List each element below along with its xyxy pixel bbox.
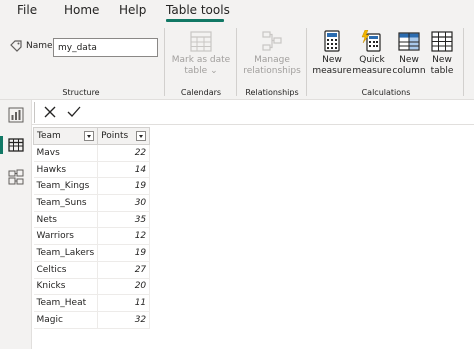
column-header-label: Team <box>37 131 61 141</box>
new-column-button[interactable]: New column <box>391 30 427 77</box>
new-table-label-2: table <box>430 66 454 76</box>
formula-bar-divider <box>34 102 35 123</box>
group-divider <box>164 28 165 96</box>
table-name-input[interactable] <box>53 38 158 57</box>
menu-home[interactable]: Home <box>64 3 99 17</box>
column-header-label: Points <box>101 131 129 141</box>
header-row: Team Points <box>32 127 151 145</box>
report-view-icon[interactable] <box>8 107 24 123</box>
mark-as-date-table-button[interactable]: Mark as date table ⌄ <box>170 30 232 77</box>
new-column-label-1: New <box>399 55 419 65</box>
points-cell[interactable]: 27 <box>97 261 151 279</box>
quick-measure-icon <box>361 30 381 52</box>
points-cell[interactable]: 20 <box>97 278 151 296</box>
quick-measure-label-2: measure <box>352 66 392 76</box>
data-grid: Team Points Mavs 22 Hawks 14 Team_Kings 19 … <box>32 127 151 329</box>
commit-check-icon[interactable] <box>67 106 81 118</box>
formula-bar <box>32 100 474 125</box>
name-label: Name <box>26 41 53 51</box>
group-label-calculations: Calculations <box>361 88 411 97</box>
menu-file[interactable]: File <box>17 3 37 17</box>
model-view-icon[interactable] <box>8 169 24 185</box>
table-row[interactable]: Hawks 14 <box>33 161 151 179</box>
points-cell[interactable]: 35 <box>97 211 151 229</box>
points-cell[interactable]: 22 <box>97 144 151 162</box>
table-row[interactable]: Mavs 22 <box>33 144 151 162</box>
team-cell[interactable]: Hawks <box>33 161 99 179</box>
new-measure-label-1: New <box>322 55 342 65</box>
manage-relationships-label-2: relationships <box>243 66 301 76</box>
active-view-indicator <box>0 136 3 154</box>
column-header-team[interactable]: Team <box>32 127 99 145</box>
table-row[interactable]: Team_Heat 11 <box>33 294 151 312</box>
table-row[interactable]: Team_Suns 30 <box>33 194 151 212</box>
table-row[interactable]: Magic 32 <box>33 311 151 329</box>
manage-relationships-button[interactable]: Manage relationships <box>240 30 304 77</box>
manage-relationships-label-1: Manage <box>254 55 290 65</box>
points-cell[interactable]: 32 <box>97 311 151 329</box>
filter-dropdown-icon[interactable] <box>136 131 147 141</box>
points-cell[interactable]: 19 <box>97 244 151 262</box>
mark-as-date-label-1: Mark as date <box>171 55 231 65</box>
active-tab-indicator <box>166 19 224 22</box>
points-cell[interactable]: 19 <box>97 177 151 196</box>
chevron-down-icon: ⌄ <box>210 66 218 76</box>
team-cell[interactable]: Team_Lakers <box>33 244 99 262</box>
points-cell[interactable]: 12 <box>97 227 151 246</box>
points-cell[interactable]: 14 <box>97 161 151 179</box>
group-label-relationships: Relationships <box>245 88 299 97</box>
new-measure-button[interactable]: New measure <box>311 30 353 77</box>
table-row[interactable]: Team_Lakers 19 <box>33 244 151 262</box>
points-cell[interactable]: 30 <box>97 194 151 212</box>
menu-help[interactable]: Help <box>119 3 146 17</box>
new-table-button[interactable]: New table <box>427 30 457 77</box>
table-row[interactable]: Nets 35 <box>33 211 151 229</box>
quick-measure-button[interactable]: Quick measure <box>352 30 392 77</box>
team-cell[interactable]: Warriors <box>33 227 99 246</box>
new-measure-label-2: measure <box>312 66 352 76</box>
team-cell[interactable]: Celtics <box>33 261 99 279</box>
table-row[interactable]: Knicks 20 <box>33 278 151 296</box>
group-label-calendars: Calendars <box>180 88 222 97</box>
view-switcher <box>0 100 32 349</box>
group-divider <box>463 28 464 96</box>
tag-icon <box>10 40 22 52</box>
menu-table-tools[interactable]: Table tools <box>166 3 230 17</box>
calendar-table-icon <box>190 31 212 52</box>
group-divider <box>236 28 237 96</box>
team-cell[interactable]: Team_Kings <box>33 177 99 196</box>
relationships-icon <box>262 31 282 51</box>
cancel-icon[interactable] <box>44 106 56 118</box>
team-cell[interactable]: Team_Heat <box>33 294 99 312</box>
points-cell[interactable]: 11 <box>97 294 151 312</box>
new-table-icon <box>431 31 453 52</box>
calculator-icon <box>324 30 340 52</box>
team-cell[interactable]: Knicks <box>33 278 99 296</box>
group-divider <box>306 28 307 96</box>
team-cell[interactable]: Mavs <box>33 144 99 162</box>
new-column-icon <box>398 32 420 51</box>
new-table-label-1: New <box>432 55 452 65</box>
quick-measure-label-1: Quick <box>359 55 385 65</box>
ribbon: Name Structure Mark as date table ⌄ Cale… <box>0 24 474 100</box>
mark-as-date-label-2: table ⌄ <box>184 66 218 76</box>
column-header-points[interactable]: Points <box>97 127 151 145</box>
team-cell[interactable]: Nets <box>33 211 99 229</box>
table-row[interactable]: Warriors 12 <box>33 227 151 246</box>
table-row[interactable]: Celtics 27 <box>33 261 151 279</box>
menu-bar: File Home Help Table tools <box>0 0 474 24</box>
team-cell[interactable]: Team_Suns <box>33 194 99 212</box>
new-column-label-2: column <box>392 66 426 76</box>
table-row[interactable]: Team_Kings 19 <box>33 177 151 196</box>
group-label-structure: Structure <box>62 88 100 97</box>
team-cell[interactable]: Magic <box>33 311 99 329</box>
table-view-icon[interactable] <box>8 137 24 153</box>
filter-dropdown-icon[interactable] <box>84 131 95 141</box>
